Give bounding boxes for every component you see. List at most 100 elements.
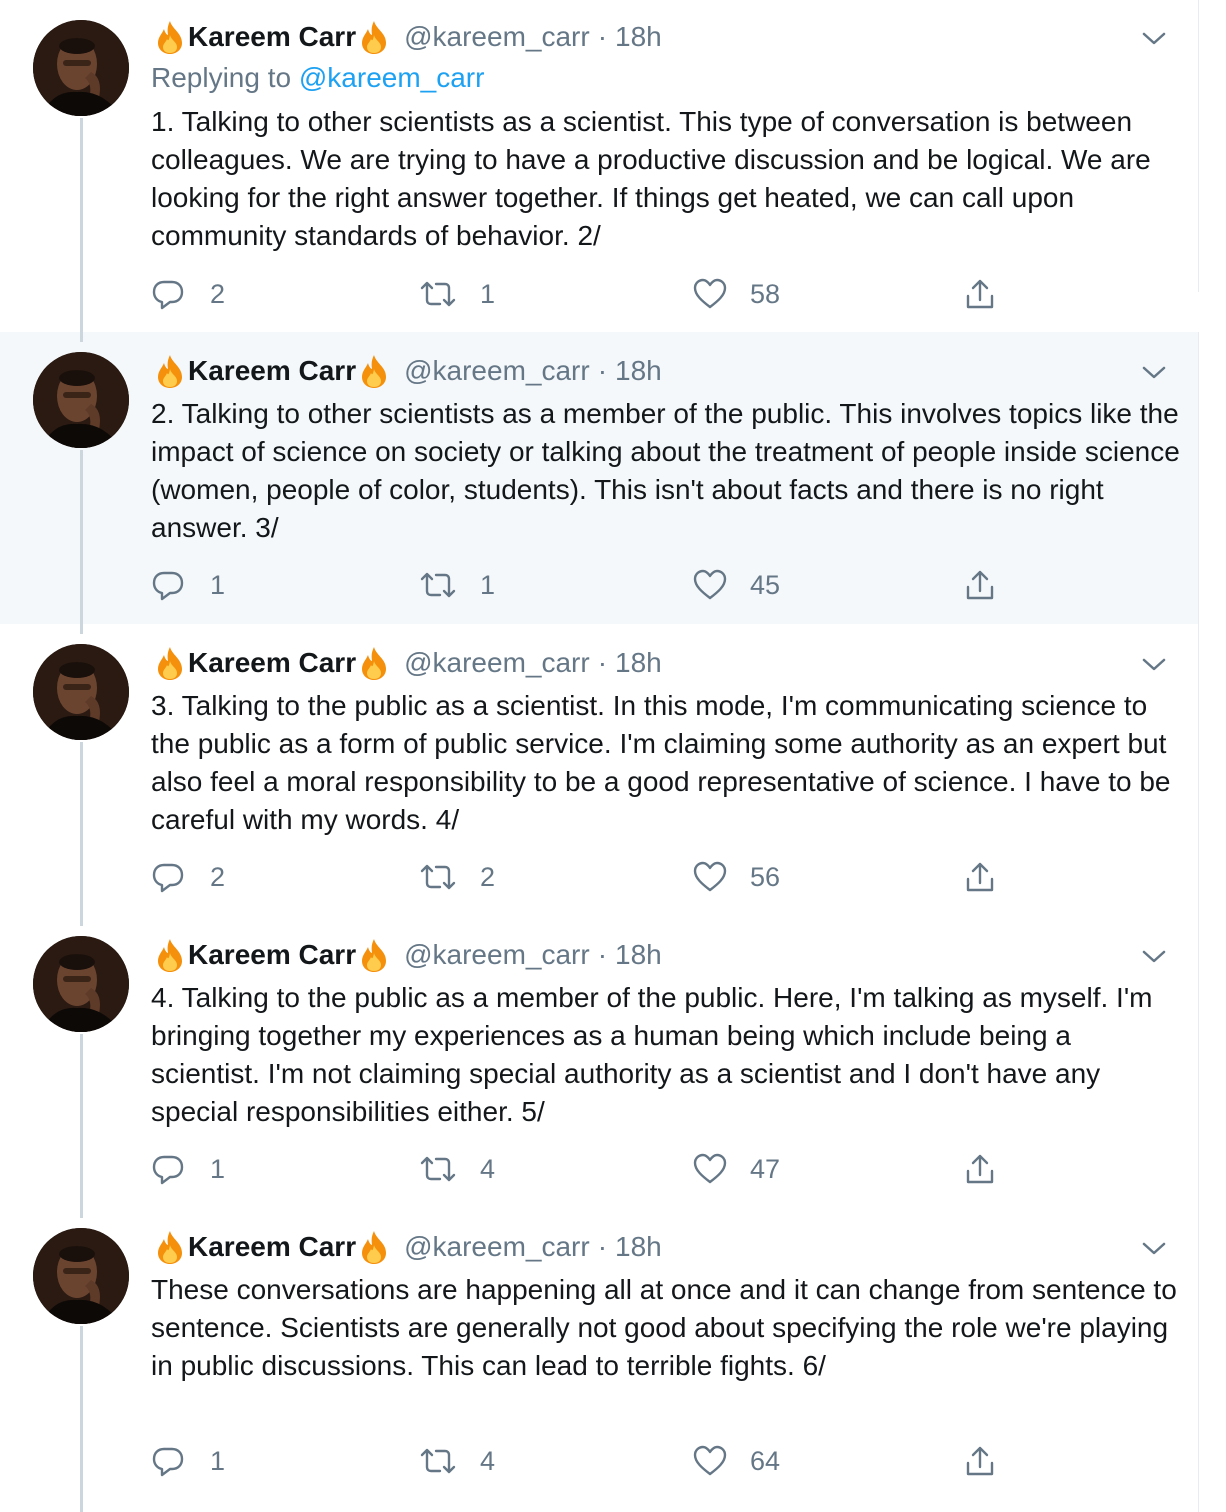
like-button[interactable]: 56 [692,859,780,895]
tweet[interactable]: Kareem Carr @kareem_carr · 18h Replying … [0,0,1199,340]
thread-line [80,624,83,634]
handle[interactable]: @kareem_carr [404,647,590,679]
avatar[interactable] [33,1228,129,1324]
tweet-header: Kareem Carr @kareem_carr · 18h [152,646,662,680]
retweet-count: 1 [480,569,496,600]
separator: · [597,355,608,386]
heart-icon [693,1445,727,1476]
thread-line [80,916,83,926]
retweet-button[interactable]: 4 [418,1151,495,1187]
chevron-down-icon[interactable] [1140,358,1168,386]
thread-line [80,1034,83,1216]
retweet-button[interactable]: 4 [418,1443,495,1479]
tweet-actions: 2 2 56 [150,859,1030,895]
reply-icon [152,1155,184,1185]
timestamp[interactable]: 18h [615,939,662,971]
tweet-header: Kareem Carr @kareem_carr · 18h [152,1230,662,1264]
share-button[interactable] [962,859,1022,895]
fire-emoji-icon [356,19,392,55]
tweet[interactable]: Kareem Carr @kareem_carr · 18h These con… [0,1208,1199,1512]
reply-button[interactable]: 2 [150,859,225,895]
avatar[interactable] [33,936,129,1032]
thread-line [80,1208,83,1218]
display-name[interactable]: Kareem Carr [188,1231,356,1263]
share-icon [966,1154,994,1184]
timestamp[interactable]: 18h [615,647,662,679]
chevron-down-icon[interactable] [1140,650,1168,678]
avatar[interactable] [33,20,129,116]
tweet-header: Kareem Carr @kareem_carr · 18h [152,20,662,54]
retweet-button[interactable]: 1 [418,567,495,603]
fire-emoji-icon [152,353,188,389]
chevron-down-icon[interactable] [1140,24,1168,52]
reply-icon [152,1447,184,1477]
heart-icon [693,1153,727,1184]
heart-icon [693,861,727,892]
tweet-actions: 1 4 64 [150,1443,1030,1479]
tweet-text: 2. Talking to other scientists as a memb… [151,398,1180,543]
fire-emoji-icon [152,937,188,973]
reply-icon [152,863,184,893]
tweet[interactable]: Kareem Carr @kareem_carr · 18h 4. Talkin… [0,916,1199,1216]
display-name[interactable]: Kareem Carr [188,355,356,387]
heart-icon [693,278,727,309]
tweet[interactable]: Kareem Carr @kareem_carr · 18h 3. Talkin… [0,624,1199,924]
reply-button[interactable]: 1 [150,1151,225,1187]
reply-count: 1 [210,1445,226,1476]
reply-count: 2 [210,278,226,309]
handle[interactable]: @kareem_carr [404,355,590,387]
avatar[interactable] [33,644,129,740]
share-icon [966,862,994,892]
like-button[interactable]: 64 [692,1443,780,1479]
like-button[interactable]: 58 [692,276,780,312]
timestamp[interactable]: 18h [615,1231,662,1263]
like-count: 45 [750,569,781,600]
handle[interactable]: @kareem_carr [404,21,590,53]
retweet-button[interactable]: 2 [418,859,495,895]
retweet-icon [420,1156,456,1182]
tweet-text: 1. Talking to other scientists as a scie… [151,106,1151,251]
fire-emoji-icon [152,19,188,55]
handle[interactable]: @kareem_carr [404,939,590,971]
display-name[interactable]: Kareem Carr [188,939,356,971]
separator: · [597,939,608,970]
like-button[interactable]: 45 [692,567,780,603]
reply-button[interactable]: 2 [150,276,225,312]
share-button[interactable] [962,1151,1022,1187]
retweet-count: 4 [480,1153,496,1184]
reply-icon [152,571,184,601]
share-button[interactable] [962,276,1022,312]
share-button[interactable] [962,567,1022,603]
like-button[interactable]: 47 [692,1151,780,1187]
like-count: 47 [750,1153,781,1184]
timestamp[interactable]: 18h [615,21,662,53]
tweet-header: Kareem Carr @kareem_carr · 18h [152,938,662,972]
reply-button[interactable]: 1 [150,567,225,603]
mention-link[interactable]: @kareem_carr [299,62,485,93]
retweet-button[interactable]: 1 [418,276,495,312]
reply-button[interactable]: 1 [150,1443,225,1479]
fire-emoji-icon [356,645,392,681]
fire-emoji-icon [356,353,392,389]
replying-prefix: Replying to [151,62,292,93]
retweet-icon [420,572,456,598]
share-button[interactable] [962,1443,1022,1479]
avatar[interactable] [33,352,129,448]
display-name[interactable]: Kareem Carr [188,21,356,53]
thread-line [80,320,83,342]
tweet-text: 4. Talking to the public as a member of … [151,982,1153,1127]
tweet-actions: 2 1 58 [150,276,1030,312]
tweet-actions: 1 4 47 [150,1151,1030,1187]
timestamp[interactable]: 18h [615,355,662,387]
thread-line [80,742,83,924]
chevron-down-icon[interactable] [1140,1234,1168,1262]
tweet-thread: Kareem Carr @kareem_carr · 18h Replying … [0,0,1226,1512]
handle[interactable]: @kareem_carr [404,1231,590,1263]
retweet-count: 2 [480,861,496,892]
chevron-down-icon[interactable] [1140,942,1168,970]
fire-emoji-icon [356,937,392,973]
display-name[interactable]: Kareem Carr [188,647,356,679]
thread-line [80,1326,83,1512]
tweet-header: Kareem Carr @kareem_carr · 18h [152,354,662,388]
tweet[interactable]: Kareem Carr @kareem_carr · 18h 2. Talkin… [0,320,1199,632]
